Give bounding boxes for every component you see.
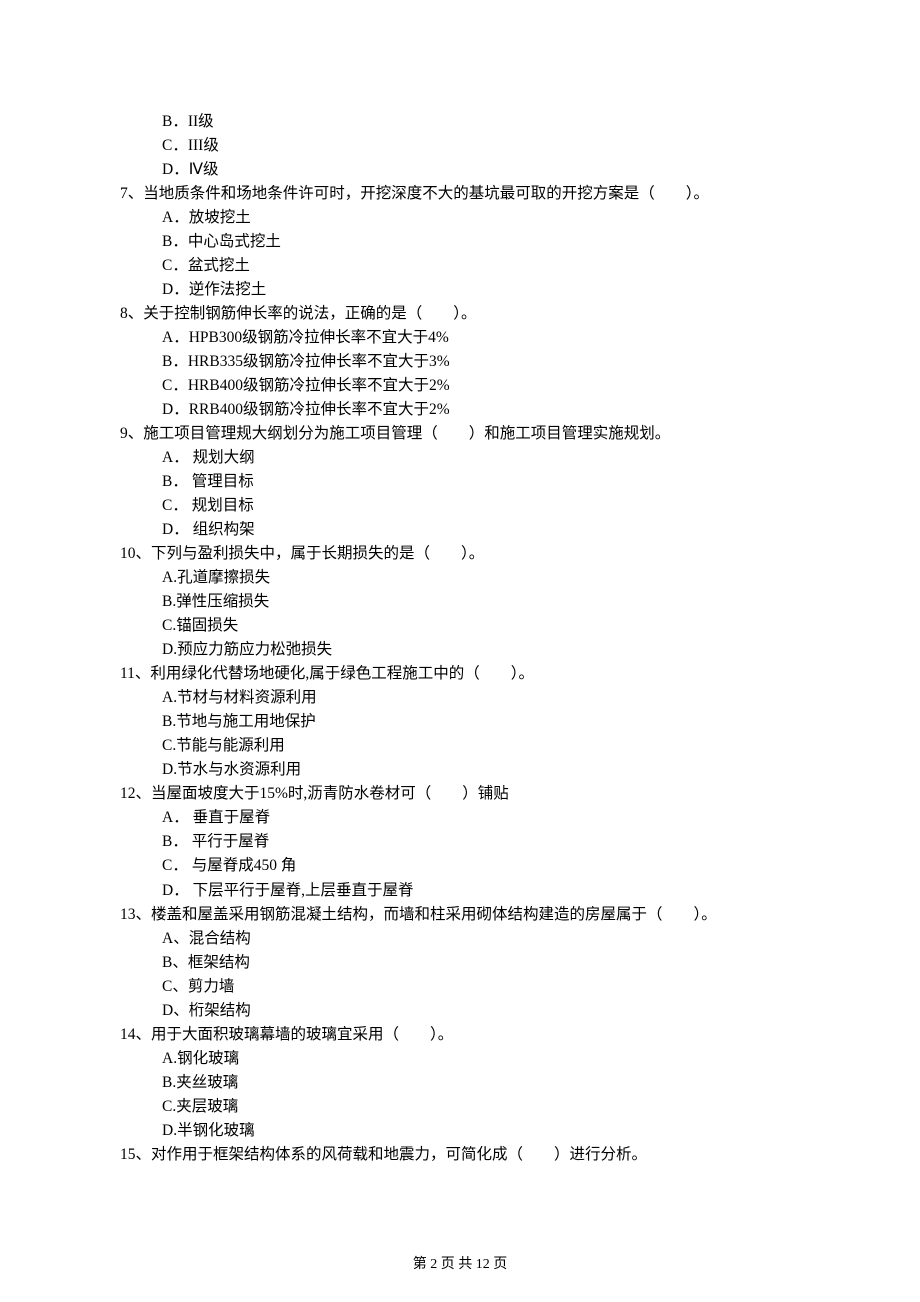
option: A．HPB300级钢筋冷拉伸长率不宜大于4% — [120, 326, 800, 350]
question-15: 15、对作用于框架结构体系的风荷载和地震力，可简化成（ ）进行分析。 — [120, 1143, 800, 1167]
option: B.夹丝玻璃 — [120, 1071, 800, 1095]
option: C．盆式挖土 — [120, 254, 800, 278]
page: B．II级 C．III级 D．Ⅳ级 7、当地质条件和场地条件许可时，开挖深度不大… — [0, 0, 920, 1302]
option: C．III级 — [120, 134, 800, 158]
question-stem: 7、当地质条件和场地条件许可时，开挖深度不大的基坑最可取的开挖方案是（ ）。 — [120, 182, 800, 206]
option: C.节能与能源利用 — [120, 734, 800, 758]
option: A.孔道摩擦损失 — [120, 566, 800, 590]
question-13: 13、楼盖和屋盖采用钢筋混凝土结构，而墙和柱采用砌体结构建造的房屋属于（ ）。 … — [120, 903, 800, 1023]
option: C.夹层玻璃 — [120, 1095, 800, 1119]
question-12: 12、当屋面坡度大于15%时,沥青防水卷材可（ ）铺贴 A． 垂直于屋脊 B． … — [120, 782, 800, 902]
option: B．中心岛式挖土 — [120, 230, 800, 254]
question-11: 11、利用绿化代替场地硬化,属于绿色工程施工中的（ ）。 A.节材与材料资源利用… — [120, 662, 800, 782]
option: C． 规划目标 — [120, 494, 800, 518]
option: D．RRB400级钢筋冷拉伸长率不宜大于2% — [120, 398, 800, 422]
option: A.钢化玻璃 — [120, 1047, 800, 1071]
option: D．逆作法挖土 — [120, 278, 800, 302]
question-stem: 8、关于控制钢筋伸长率的说法，正确的是（ ）。 — [120, 302, 800, 326]
option: C．HRB400级钢筋冷拉伸长率不宜大于2% — [120, 374, 800, 398]
question-8: 8、关于控制钢筋伸长率的说法，正确的是（ ）。 A．HPB300级钢筋冷拉伸长率… — [120, 302, 800, 422]
option: C． 与屋脊成450 角 — [120, 854, 800, 878]
option: D．Ⅳ级 — [120, 158, 800, 182]
question-stem: 12、当屋面坡度大于15%时,沥青防水卷材可（ ）铺贴 — [120, 782, 800, 806]
option: A.节材与材料资源利用 — [120, 686, 800, 710]
question-stem: 11、利用绿化代替场地硬化,属于绿色工程施工中的（ ）。 — [120, 662, 800, 686]
option: D． 组织构架 — [120, 518, 800, 542]
option: D、桁架结构 — [120, 999, 800, 1023]
option: B、框架结构 — [120, 951, 800, 975]
question-stem: 13、楼盖和屋盖采用钢筋混凝土结构，而墙和柱采用砌体结构建造的房屋属于（ ）。 — [120, 903, 800, 927]
page-footer: 第 2 页 共 12 页 — [0, 1254, 920, 1276]
option: D.半钢化玻璃 — [120, 1119, 800, 1143]
option: D.预应力筋应力松弛损失 — [120, 638, 800, 662]
option: B． 平行于屋脊 — [120, 830, 800, 854]
option: C.锚固损失 — [120, 614, 800, 638]
prev-question-options: B．II级 C．III级 D．Ⅳ级 — [120, 110, 800, 182]
question-10: 10、下列与盈利损失中，属于长期损失的是（ ）。 A.孔道摩擦损失 B.弹性压缩… — [120, 542, 800, 662]
question-stem: 9、施工项目管理规大纲划分为施工项目管理（ ）和施工项目管理实施规划。 — [120, 422, 800, 446]
option: A．放坡挖土 — [120, 206, 800, 230]
question-9: 9、施工项目管理规大纲划分为施工项目管理（ ）和施工项目管理实施规划。 A． 规… — [120, 422, 800, 542]
question-stem: 14、用于大面积玻璃幕墙的玻璃宜采用（ ）。 — [120, 1023, 800, 1047]
option: A． 垂直于屋脊 — [120, 806, 800, 830]
option: B．HRB335级钢筋冷拉伸长率不宜大于3% — [120, 350, 800, 374]
question-stem: 15、对作用于框架结构体系的风荷载和地震力，可简化成（ ）进行分析。 — [120, 1143, 800, 1167]
option: A． 规划大纲 — [120, 446, 800, 470]
option: B.弹性压缩损失 — [120, 590, 800, 614]
question-14: 14、用于大面积玻璃幕墙的玻璃宜采用（ ）。 A.钢化玻璃 B.夹丝玻璃 C.夹… — [120, 1023, 800, 1143]
option: D． 下层平行于屋脊,上层垂直于屋脊 — [120, 879, 800, 903]
question-7: 7、当地质条件和场地条件许可时，开挖深度不大的基坑最可取的开挖方案是（ ）。 A… — [120, 182, 800, 302]
question-stem: 10、下列与盈利损失中，属于长期损失的是（ ）。 — [120, 542, 800, 566]
option: B.节地与施工用地保护 — [120, 710, 800, 734]
option: C、剪力墙 — [120, 975, 800, 999]
option: B． 管理目标 — [120, 470, 800, 494]
option: B．II级 — [120, 110, 800, 134]
option: D.节水与水资源利用 — [120, 758, 800, 782]
option: A、混合结构 — [120, 927, 800, 951]
